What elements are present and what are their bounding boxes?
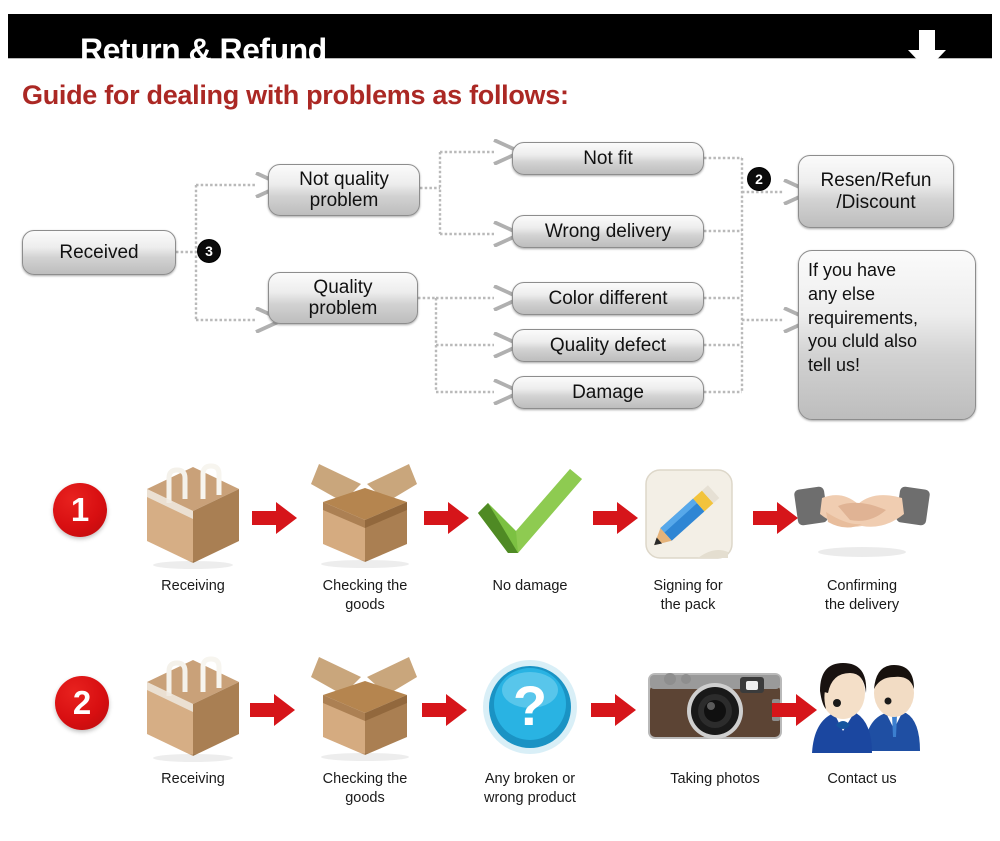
step-label: Signing for the pack (653, 578, 723, 613)
flow-node-not-fit-label: Not fit (583, 147, 633, 169)
flowchart: Received 3 Not quality problem Quality p… (0, 130, 1000, 430)
step-broken-wrong-product: ? Any broken or wrong product (455, 648, 605, 807)
page-root: Return & Refund Guide for dealing with p… (0, 0, 1000, 841)
guide-heading: Guide for dealing with problems as follo… (22, 80, 569, 110)
flow-node-resend-refund-discount-label: Resen/Refun /Discount (820, 170, 932, 213)
closed-box-icon (118, 648, 268, 766)
step-no-damage: No damage (455, 455, 605, 596)
open-box-icon (290, 648, 440, 766)
header-bar: Return & Refund (8, 14, 992, 70)
svg-text:?: ? (513, 674, 547, 737)
flow-node-extra-requirements[interactable]: If you have any else requirements, you c… (798, 250, 976, 420)
step-label: Receiving (161, 578, 225, 594)
step-receiving-2: Receiving (118, 648, 268, 789)
flow-node-received[interactable]: Received (22, 230, 176, 275)
flow-node-color-different-label: Color different (548, 287, 668, 309)
question-mark-icon: ? (455, 648, 605, 766)
step-receiving-1: Receiving (118, 455, 268, 596)
flow-badge-2: 2 (748, 168, 770, 190)
flow-node-not-fit[interactable]: Not fit (512, 142, 704, 175)
flow-node-not-quality-problem[interactable]: Not quality problem (268, 164, 420, 216)
step-label: Taking photos (670, 771, 760, 787)
flow-node-damage[interactable]: Damage (512, 376, 704, 409)
step-checking-goods-1: Checking the goods (290, 455, 440, 614)
flow-node-color-different[interactable]: Color different (512, 282, 704, 315)
green-check-icon (455, 455, 605, 573)
closed-box-icon (118, 455, 268, 573)
open-box-icon (290, 455, 440, 573)
down-arrow-icon (908, 30, 946, 70)
flow-badge-3: 3 (198, 240, 220, 262)
flow-node-received-label: Received (59, 241, 139, 263)
row-number-badge-2: 2 (55, 676, 109, 730)
flow-node-quality-defect-label: Quality defect (549, 334, 667, 356)
step-label: Checking the goods (322, 771, 408, 806)
flow-node-wrong-delivery-label: Wrong delivery (544, 220, 672, 242)
row-number-badge-1: 1 (53, 483, 107, 537)
camera-icon (640, 648, 790, 766)
red-arrow-icon (591, 694, 636, 726)
step-checking-goods-2: Checking the goods (290, 648, 440, 807)
step-label: Receiving (161, 771, 225, 787)
pencil-icon (613, 455, 763, 573)
step-label: Contact us (827, 771, 897, 787)
step-label: Checking the goods (322, 578, 408, 613)
step-label: Confirming the delivery (824, 578, 900, 613)
process-row-1: 1 Receiving Checking the goods No damage… (0, 455, 1000, 630)
step-confirming-delivery: Confirming the delivery (787, 455, 937, 614)
process-row-2: 2 Receiving Checking the goods ? Any bro… (0, 648, 1000, 823)
page-title: Return & Refund (80, 32, 327, 68)
step-label: No damage (492, 578, 568, 594)
flow-node-quality-problem-label: Quality problem (308, 276, 378, 319)
flow-node-wrong-delivery[interactable]: Wrong delivery (512, 215, 704, 248)
flow-node-resend-refund-discount[interactable]: Resen/Refun /Discount (798, 155, 954, 228)
flow-node-extra-requirements-label: If you have any else requirements, you c… (808, 260, 919, 375)
flow-node-quality-problem[interactable]: Quality problem (268, 272, 418, 324)
support-agents-icon (787, 648, 937, 766)
step-taking-photos: Taking photos (640, 648, 790, 789)
step-contact-us: Contact us (787, 648, 937, 789)
flow-node-damage-label: Damage (572, 381, 644, 403)
flow-node-not-quality-problem-label: Not quality problem (299, 168, 389, 211)
flow-node-quality-defect[interactable]: Quality defect (512, 329, 704, 362)
step-label: Any broken or wrong product (484, 771, 576, 806)
step-signing-pack: Signing for the pack (613, 455, 763, 614)
handshake-icon (787, 455, 937, 573)
